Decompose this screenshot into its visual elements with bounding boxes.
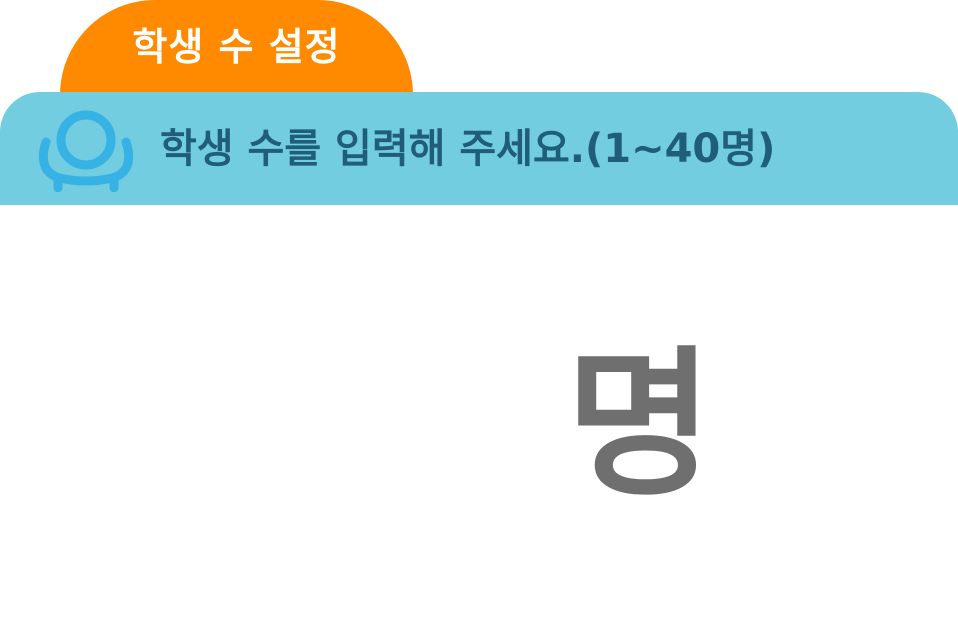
student-count-screen: 학생 수 설정 학생 수를 입력해 주세요.(1~40명) 명 [0,0,958,633]
instruction-banner: 학생 수를 입력해 주세요.(1~40명) [0,92,958,205]
settings-tab: 학생 수 설정 [60,0,413,100]
tab-title: 학생 수 설정 [132,25,341,69]
student-icon [38,110,134,192]
instruction-text: 학생 수를 입력해 주세요.(1~40명) [160,126,776,172]
student-count-input[interactable] [150,330,554,522]
unit-label: 명 [566,331,714,518]
